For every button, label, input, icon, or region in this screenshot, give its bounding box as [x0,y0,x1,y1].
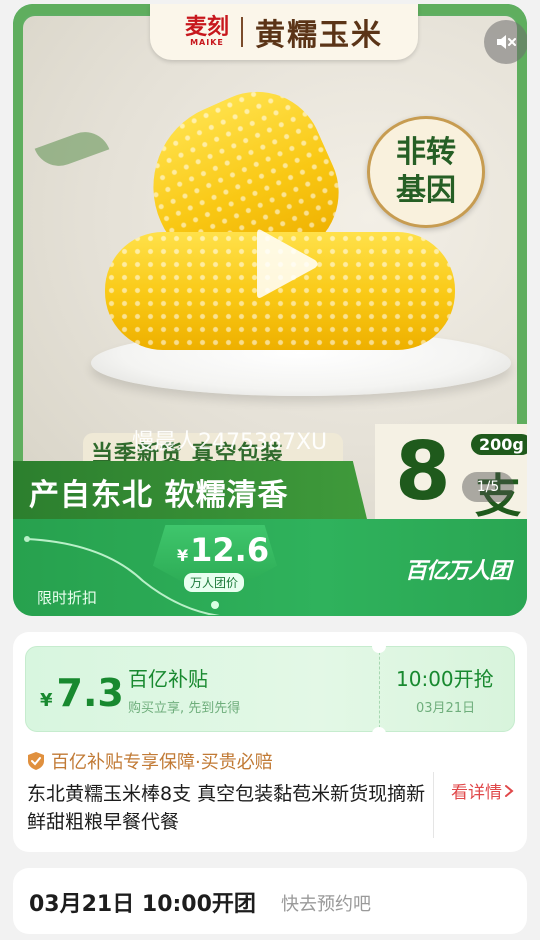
guarantee-row[interactable]: 百亿补贴专享保障·买贵必赔 [27,748,273,774]
subsidy-price-value: 7.3 [56,671,124,715]
brand-logo-cn: 麦刻 [184,15,229,40]
product-hero-card: 麦刻 MAIKE 黄糯玉米 非转 基因 当季新货 真空包装 产自东北 软糯清香 … [13,4,527,616]
coupon-notch-top [372,639,386,653]
image-page-indicator: 1/5 [462,472,514,502]
brand-product-title: 黄糯玉米 [255,18,383,53]
subsidy-desc: 购买立享, 先到先得 [128,701,241,716]
coupon-notch-bottom [372,727,386,741]
shield-check-icon [28,752,44,770]
subsidy-price: ¥ 7.3 [40,671,124,715]
group-open-bar[interactable]: 03月21日 10:00开团 快去预约吧 [13,868,527,934]
main-slogan: 产自东北 软糯清香 [29,478,289,513]
brand-logo-en: MAIKE [190,38,224,47]
title-divider [433,772,434,838]
subsidy-title: 百亿补贴 [128,667,208,691]
price-dot [211,601,219,609]
play-icon[interactable] [253,224,321,304]
group-price-bar: 限时折扣 ¥ 12.6 万人团价 百亿万人团 [13,519,527,616]
hero-slogan-banner: 当季新货 真空包装 产自东北 软糯清香 8 200g 支 慢晨人2475387X… [13,416,527,523]
group-price: ¥ 12.6 [177,531,269,569]
brand-banner: 麦刻 MAIKE 黄糯玉米 [150,4,418,60]
flash-discount-label: 限时折扣 [37,589,98,607]
non-gmo-badge: 非转 基因 [367,116,485,228]
mute-icon [497,35,516,49]
badge-line-1: 非转 [396,135,456,170]
sale-start-date: 03月21日 [416,701,476,716]
product-title: 东北黄糯玉米棒8支 真空包装黏苞米新货现摘新鲜甜粗粮早餐代餐 [27,783,426,833]
group-price-caption: 万人团价 [184,573,245,592]
reservation-hint: 快去预约吧 [281,894,371,915]
mute-button[interactable] [484,20,527,64]
quantity-number: 8 [395,425,451,518]
weight-badge: 200g [471,434,527,455]
brand-divider [241,17,243,47]
badge-line-2: 基因 [396,173,456,208]
brand-logo: 麦刻 MAIKE [185,17,229,47]
coupon-divider [379,647,380,733]
guarantee-text: 百亿补贴专享保障·买贵必赔 [51,752,273,773]
subsidy-coupon[interactable]: ¥ 7.3 百亿补贴 购买立享, 先到先得 10:00开抢 03月21日 [25,639,515,741]
user-watermark: 慢晨人2475387XU [132,430,328,455]
subsidy-card: ¥ 7.3 百亿补贴 购买立享, 先到先得 10:00开抢 03月21日 百亿补… [13,632,527,852]
group-open-time: 03月21日 10:00开团 [29,892,256,917]
currency-symbol: ¥ [177,546,189,565]
sale-start-time: 10:00开抢 [396,667,494,691]
view-details-label: 看详情 [451,783,502,803]
group-price-value: 12.6 [190,531,270,569]
view-details-link[interactable]: 看详情 [451,778,514,803]
group-price-tag: ¥ 12.6 万人团价 [153,525,277,593]
subsidy-currency: ¥ [40,690,53,711]
campaign-logo-text: 百亿万人团 [405,559,511,584]
chevron-right-icon [505,784,514,797]
leaf-decoration [34,124,110,174]
